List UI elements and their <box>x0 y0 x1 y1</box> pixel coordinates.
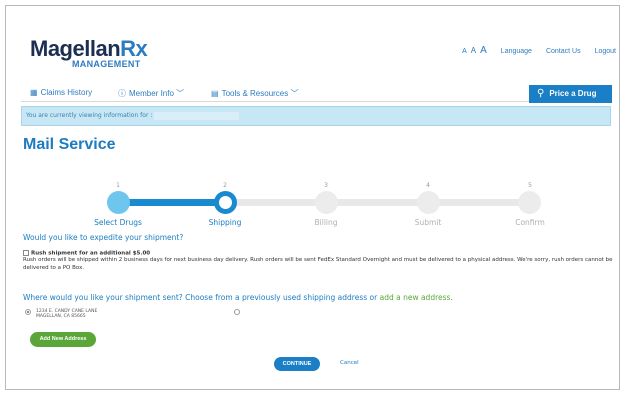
step-1-label[interactable]: Select Drugs <box>83 218 153 227</box>
step-2-number: 2 <box>223 182 227 189</box>
masked-member-name <box>154 111 240 120</box>
step-2-label: Shipping <box>208 218 242 227</box>
font-size-small[interactable]: A <box>462 48 467 55</box>
continue-button[interactable]: CONTINUE <box>274 357 320 371</box>
cancel-link[interactable]: Cancel <box>340 360 359 366</box>
nav-tools-resources-label: Tools & Resources <box>221 89 289 98</box>
nav-claims-history[interactable]: ▦ Claims History <box>30 88 92 97</box>
step-4-circle <box>417 191 440 214</box>
magellan-rx-logo[interactable]: MagellanRx MANAGEMENT <box>30 36 148 69</box>
page-frame: MagellanRx MANAGEMENT A A A Language Contact… <box>5 5 620 390</box>
rush-shipment-description: Rush orders will be shipped within 2 bus… <box>23 257 613 271</box>
document-icon: ▤ <box>211 89 219 98</box>
step-5-number: 5 <box>528 182 532 189</box>
page-title: Mail Service <box>23 136 116 153</box>
main-nav: ▦ Claims History ⓘ Member Info ﹀ ▤ Tools & … <box>21 86 611 102</box>
step-4-number: 4 <box>426 182 430 189</box>
logo-sub-text: MANAGEMENT <box>72 59 141 69</box>
address-radio-empty[interactable] <box>234 309 240 315</box>
language-link[interactable]: Language <box>501 48 532 55</box>
step-3-label: Billing <box>314 218 338 227</box>
utility-bar: A A A Language Contact Us Logout <box>462 45 616 56</box>
price-a-drug-label: Price a Drug <box>549 89 597 98</box>
step-5-label: Confirm <box>515 218 545 227</box>
shipping-question-text: Where would you like your shipment sent?… <box>23 293 378 302</box>
step-4-label: Submit <box>414 218 442 227</box>
step-2-circle <box>214 191 237 214</box>
calendar-icon: ▦ <box>30 88 38 97</box>
step-5-circle <box>518 191 541 214</box>
viewing-info-text: You are currently viewing information fo… <box>26 112 153 119</box>
nav-member-info-label: Member Info <box>129 89 174 98</box>
viewing-info-banner: You are currently viewing information fo… <box>21 106 611 126</box>
step-1-number: 1 <box>116 182 120 189</box>
step-1-circle[interactable] <box>107 191 130 214</box>
add-new-address-button[interactable]: Add New Address <box>30 332 96 347</box>
step-3-number: 3 <box>324 182 328 189</box>
stepper-remaining-line <box>225 199 530 206</box>
chevron-down-icon: ﹀ <box>173 89 185 98</box>
search-icon: ⚲ <box>537 88 545 99</box>
add-new-address-link[interactable]: add a new address. <box>380 293 453 302</box>
logo-rx-text: Rx <box>120 36 148 61</box>
info-icon: ⓘ <box>118 89 126 98</box>
expedite-question: Would you like to expedite your shipment… <box>23 233 184 242</box>
address-radio-selected[interactable] <box>25 309 31 315</box>
price-a-drug-button[interactable]: ⚲ Price a Drug <box>529 85 612 103</box>
logo-main-text: Magellan <box>30 36 121 61</box>
nav-member-info[interactable]: ⓘ Member Info ﹀ <box>118 88 184 99</box>
font-size-large[interactable]: A <box>480 45 487 56</box>
chevron-down-icon: ﹀ <box>288 89 299 98</box>
contact-us-link[interactable]: Contact Us <box>546 48 581 55</box>
stepper-progress-line <box>118 199 225 206</box>
nav-tools-resources[interactable]: ▤ Tools & Resources ﹀ <box>211 88 299 99</box>
shipping-question: Where would you like your shipment sent?… <box>23 293 453 302</box>
font-size-medium[interactable]: A <box>471 46 476 55</box>
nav-claims-history-label: Claims History <box>40 88 93 97</box>
step-3-circle <box>315 191 338 214</box>
shipping-address[interactable]: 1234 E. CANDY CANE LANE MAGELLAN, CA 856… <box>36 309 97 319</box>
address-line-2: MAGELLAN, CA 85665 <box>36 314 86 319</box>
logout-link[interactable]: Logout <box>595 48 616 55</box>
